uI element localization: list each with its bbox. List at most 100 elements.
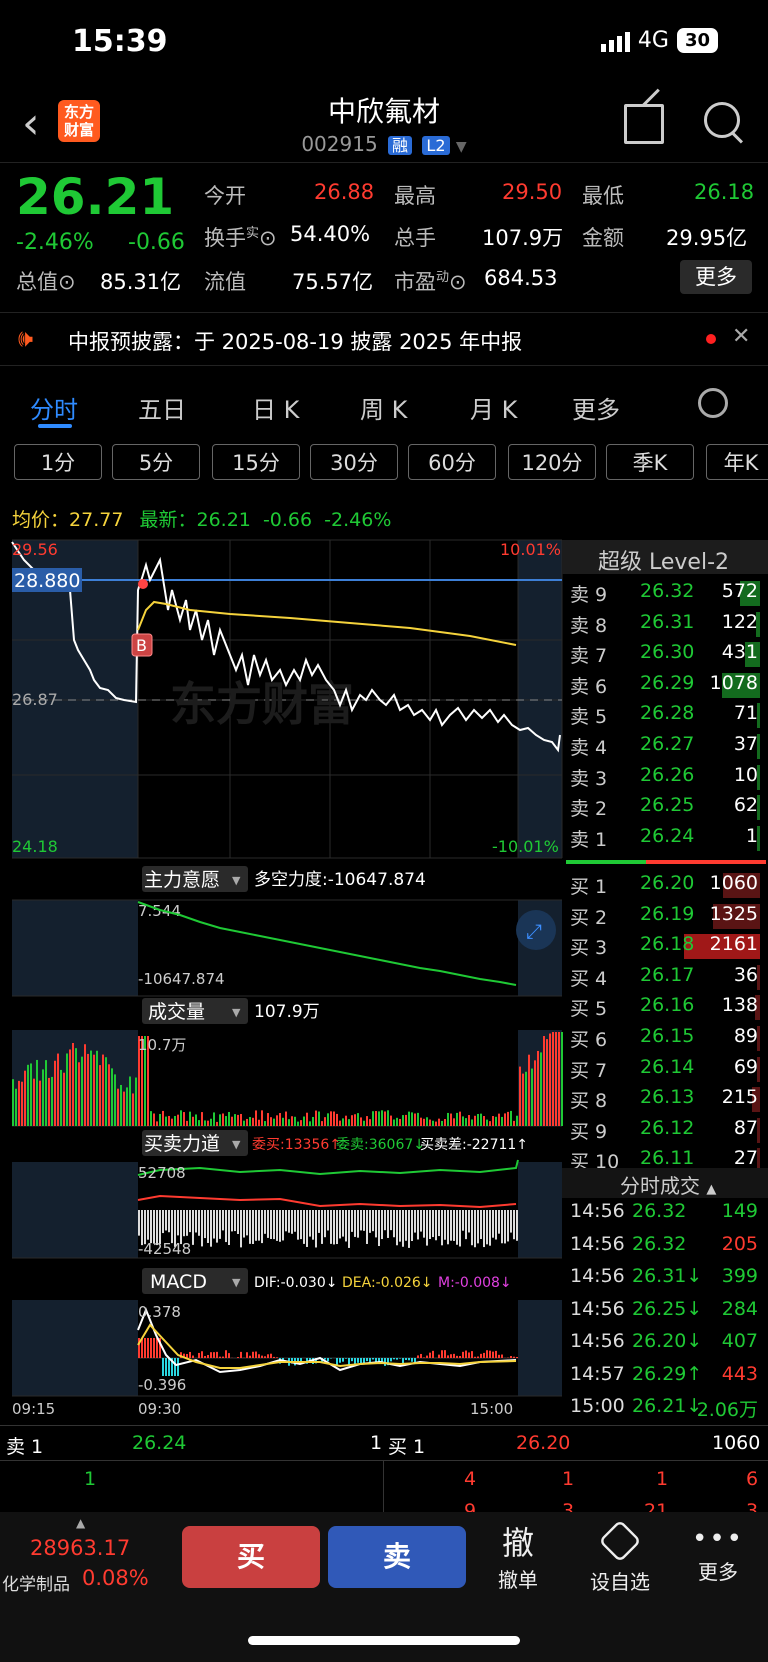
bid-row[interactable]: 买 6 26.15 89 — [562, 1023, 766, 1053]
close-icon[interactable]: ✕ — [732, 324, 750, 349]
buysell-bar — [234, 1210, 236, 1232]
more-quote-button[interactable]: 更多 — [680, 260, 752, 294]
macd-bar — [144, 1338, 146, 1358]
volume-bar — [414, 1113, 416, 1126]
bid-row[interactable]: 买 4 26.17 36 — [562, 962, 766, 992]
buysell-bar — [414, 1210, 416, 1233]
level-volume: 1325 — [709, 902, 758, 925]
level-price: 26.14 — [640, 1055, 695, 1078]
volume-bar — [492, 1116, 494, 1126]
tab-day-k[interactable]: 日 K — [252, 390, 299, 425]
home-indicator[interactable] — [248, 1636, 520, 1645]
index-name: 化学制品 — [2, 1575, 70, 1595]
divider — [0, 1460, 768, 1461]
period-30m[interactable]: 30分 — [310, 444, 398, 480]
high-label: 最高 — [394, 184, 436, 208]
intraday-chart[interactable]: 东方财富 B 28.880 29.56 26.87 24.18 10.01% -… — [0, 530, 564, 1425]
volume-bar — [426, 1117, 428, 1126]
mktcap-value: 85.31亿 — [100, 270, 182, 294]
tab-month-k[interactable]: 月 K — [470, 390, 517, 425]
sell-button[interactable]: 卖 — [328, 1526, 466, 1588]
volume-bar — [93, 1054, 95, 1126]
volume-bar — [387, 1110, 389, 1126]
volume-bar — [126, 1087, 128, 1126]
level-price: 26.25 — [640, 794, 695, 817]
period-15m[interactable]: 15分 — [212, 444, 300, 480]
period-year-k[interactable]: 年K — [706, 444, 768, 480]
tab-more[interactable]: 更多 — [572, 390, 620, 425]
volume-bar — [513, 1120, 515, 1126]
ask-row[interactable]: 卖 1 26.24 1 — [562, 823, 766, 853]
volume-bar — [87, 1053, 89, 1126]
caret-up-icon[interactable]: ▲ — [76, 1516, 85, 1530]
p4-m: M:-0.008↓ — [438, 1275, 512, 1291]
volume-bar — [432, 1120, 434, 1126]
buysell-bar — [261, 1210, 263, 1244]
macd-bar — [408, 1358, 410, 1361]
macd-bar — [342, 1358, 344, 1362]
macd-bar — [417, 1355, 419, 1358]
period-quarter-k[interactable]: 季K — [606, 444, 694, 480]
ask-row[interactable]: 卖 4 26.27 37 — [562, 731, 766, 761]
volume-bar — [408, 1111, 410, 1126]
volume-bar — [54, 1060, 56, 1126]
ask-row[interactable]: 卖 7 26.30 431 — [562, 639, 766, 669]
bid-row[interactable]: 买 5 26.16 138 — [562, 992, 766, 1022]
ask-row[interactable]: 卖 9 26.32 572 — [562, 578, 766, 608]
tab-intraday[interactable]: 分时 — [30, 390, 78, 425]
macd-bar — [429, 1352, 431, 1358]
ask-row[interactable]: 卖 3 26.26 10 — [562, 762, 766, 792]
buysell-bar — [237, 1210, 239, 1234]
buysell-bar — [201, 1210, 203, 1247]
volume-bar — [135, 1077, 137, 1126]
ask-row[interactable]: 卖 2 26.25 62 — [562, 792, 766, 822]
macd-bar — [513, 1356, 515, 1358]
avg-price-line — [137, 600, 517, 646]
ask-row[interactable]: 卖 5 26.28 71 — [562, 700, 766, 730]
buysell-bar — [504, 1210, 506, 1244]
macd-bar — [264, 1356, 266, 1358]
macd-bar — [405, 1358, 407, 1360]
macd-bar — [477, 1356, 479, 1358]
macd-bar — [357, 1358, 359, 1363]
volume-bar — [342, 1118, 344, 1126]
gear-icon[interactable] — [698, 388, 728, 418]
more-button[interactable]: ••• 更多 — [688, 1522, 748, 1585]
bid-row[interactable]: 买 1 26.20 1060 — [562, 870, 766, 900]
volume-bar — [456, 1112, 458, 1126]
macd-bar — [237, 1356, 239, 1358]
volume-bar — [33, 1078, 35, 1126]
change-abs: -0.66 — [128, 230, 185, 255]
bid-row[interactable]: 买 7 26.14 69 — [562, 1054, 766, 1084]
bid-row[interactable]: 买 9 26.12 87 — [562, 1115, 766, 1145]
tab-5day[interactable]: 五日 — [138, 390, 186, 425]
queue-bid-item: 1 — [562, 1468, 575, 1490]
volume-bar — [321, 1121, 323, 1126]
period-5m[interactable]: 5分 — [112, 444, 200, 480]
buy-button[interactable]: 买 — [182, 1526, 320, 1588]
volume-bar — [150, 1111, 152, 1126]
cancel-order-button[interactable]: 撤 撤单 — [488, 1518, 548, 1593]
buysell-bar — [246, 1210, 248, 1236]
volume-bar — [168, 1115, 170, 1126]
volume-bar — [105, 1057, 107, 1126]
period-120m[interactable]: 120分 — [508, 444, 596, 480]
unread-dot — [706, 334, 716, 344]
ask-row[interactable]: 卖 8 26.31 122 — [562, 609, 766, 639]
bid-row[interactable]: 买 3 26.18 2161 — [562, 931, 766, 961]
tab-week-k[interactable]: 周 K — [360, 390, 407, 425]
volume-bar — [174, 1115, 176, 1126]
period-1m[interactable]: 1分 — [14, 444, 102, 480]
buysell-bar — [360, 1210, 362, 1231]
volume-bar — [270, 1117, 272, 1126]
margin-tag: 融 — [388, 136, 413, 155]
volume-bar — [21, 1081, 23, 1126]
bid-row[interactable]: 买 8 26.13 215 — [562, 1084, 766, 1114]
period-60m[interactable]: 60分 — [408, 444, 496, 480]
index-value[interactable]: 28963.17 — [30, 1536, 130, 1560]
bid-row[interactable]: 买 2 26.19 1325 — [562, 901, 766, 931]
add-watchlist-button[interactable]: 设自选 — [580, 1519, 660, 1595]
buysell-bar — [363, 1210, 365, 1231]
ask-row[interactable]: 卖 6 26.29 1078 — [562, 670, 766, 700]
share-icon[interactable] — [624, 104, 664, 144]
